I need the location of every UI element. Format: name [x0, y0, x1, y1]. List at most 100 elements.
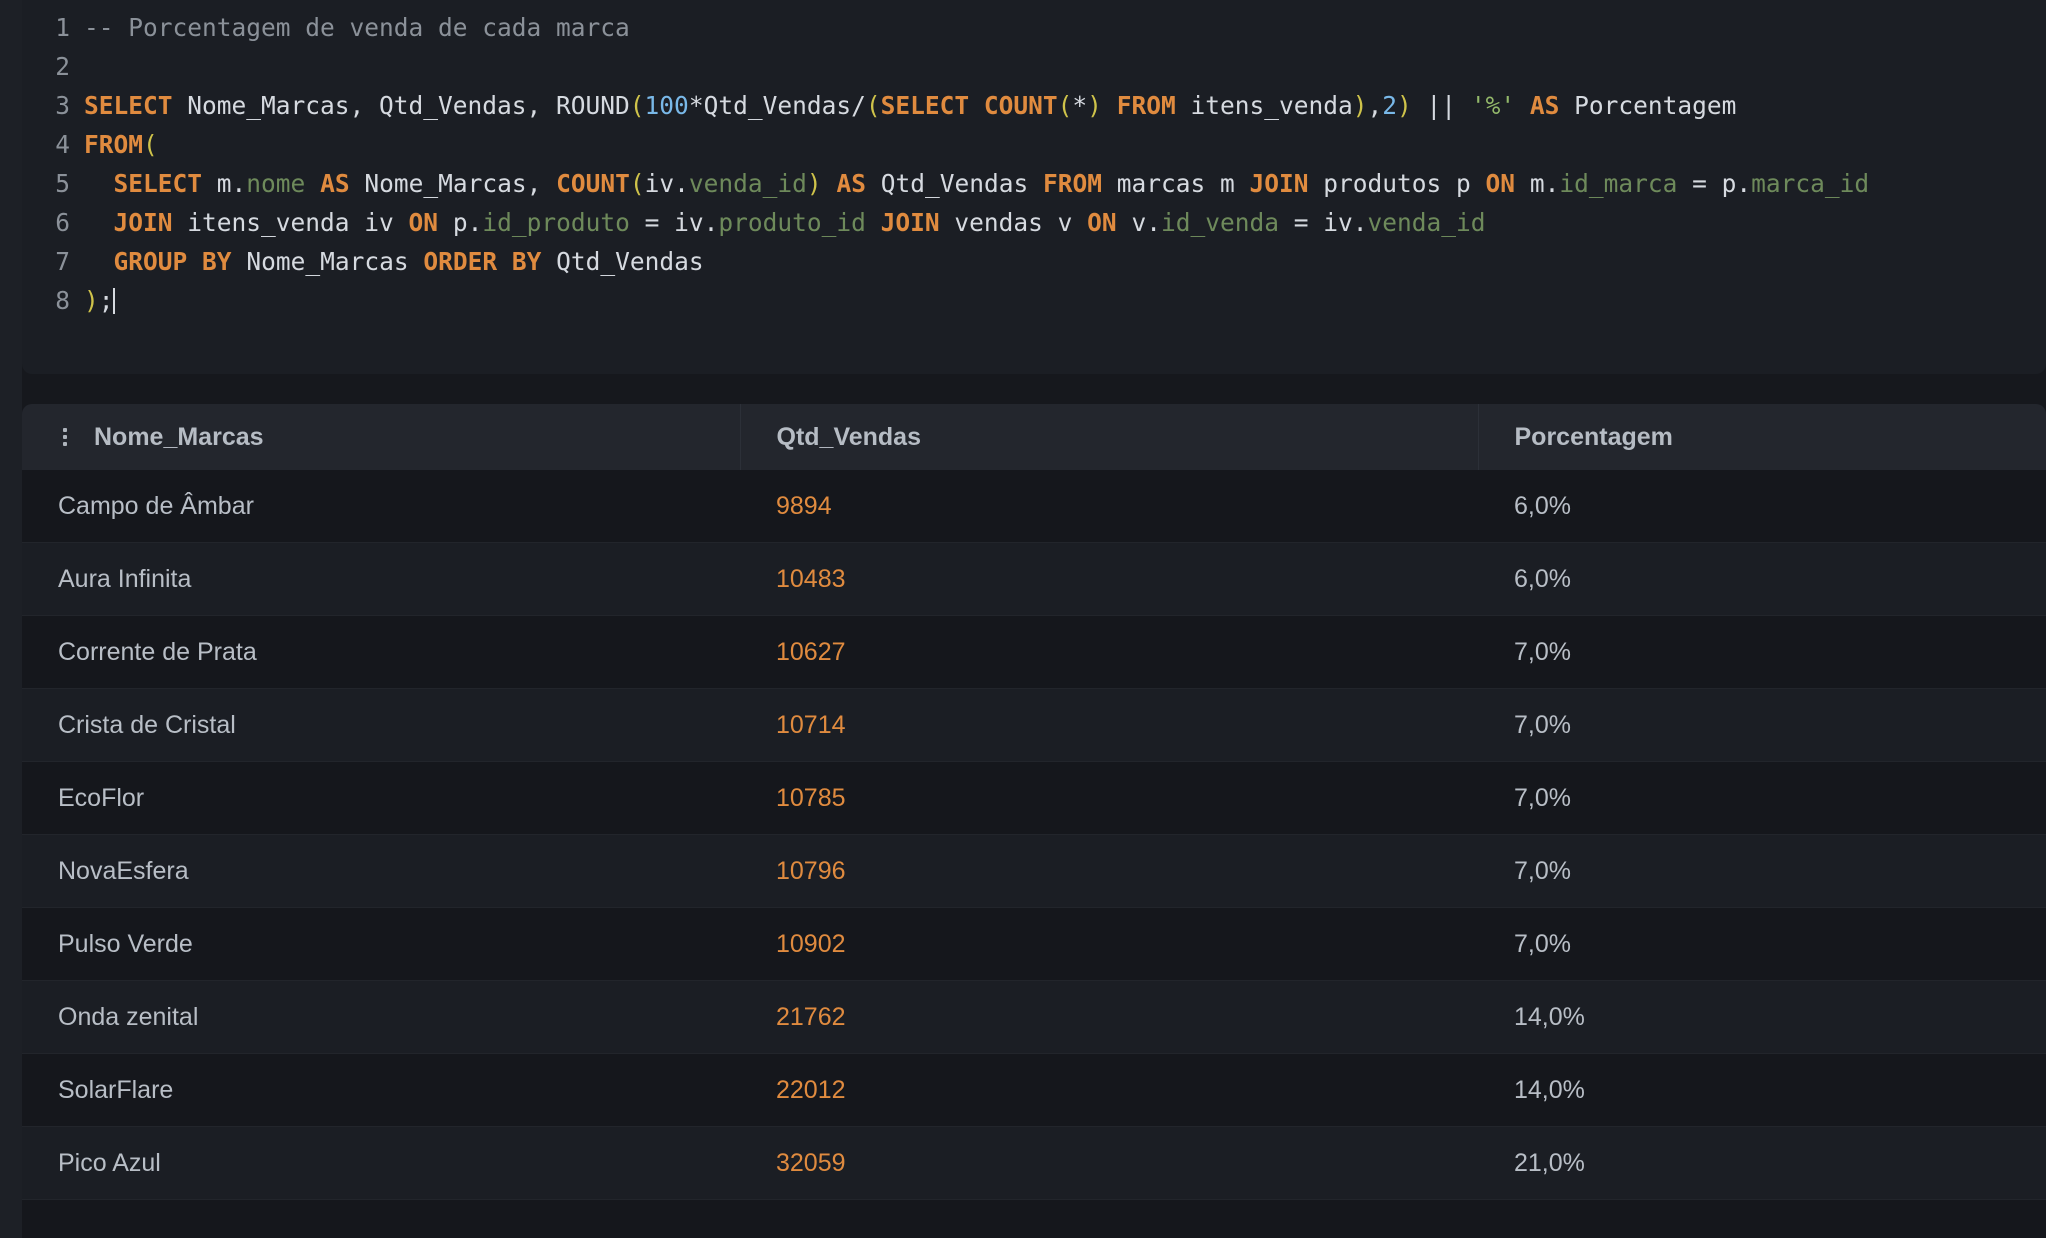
code-token: Nome_Marcas, — [349, 169, 557, 198]
column-header-label: Nome_Marcas — [94, 422, 264, 451]
code-token: ) — [806, 169, 822, 198]
table-row[interactable]: Pulso Verde 10902 7,0% — [22, 907, 2046, 981]
cell-nome-marcas[interactable]: Corrente de Prata — [22, 615, 740, 689]
code-line[interactable]: 2 — [22, 47, 2046, 86]
filler-cell — [740, 1199, 1478, 1238]
cell-nome-marcas[interactable]: SolarFlare — [22, 1053, 740, 1127]
table-row[interactable]: Corrente de Prata 10627 7,0% — [22, 615, 2046, 689]
code-token: ON — [1087, 208, 1117, 237]
cell-nome-marcas[interactable]: Crista de Cristal — [22, 688, 740, 762]
column-header-nome-marcas[interactable]: Nome_Marcas — [22, 404, 741, 470]
line-number: 2 — [55, 52, 70, 81]
code-token: nome — [246, 169, 306, 198]
code-token: SELECT — [880, 91, 970, 120]
code-token: * — [1072, 91, 1088, 120]
code-token: itens_venda — [1175, 91, 1353, 120]
cell-qtd-vendas[interactable]: 10796 — [740, 834, 1478, 908]
code-token: ; — [98, 286, 114, 315]
code-line[interactable]: 7 GROUP BY Nome_Marcas ORDER BY Qtd_Vend… — [22, 242, 2046, 281]
cell-nome-marcas[interactable]: Aura Infinita — [22, 542, 740, 616]
sql-editor-panel[interactable]: 1 -- Porcentagem de venda de cada marca 2 3… — [22, 0, 2046, 374]
table-row[interactable]: EcoFlor 10785 7,0% — [22, 761, 2046, 835]
code-token: COUNT — [556, 169, 630, 198]
table-row[interactable]: SolarFlare 22012 14,0% — [22, 1053, 2046, 1127]
cell-nome-marcas[interactable]: Pico Azul — [22, 1126, 740, 1200]
left-gutter-rail — [0, 0, 22, 1238]
code-line[interactable]: 3 SELECT Nome_Marcas, Qtd_Vendas, ROUND(1… — [22, 86, 2046, 125]
code-token: , — [1367, 91, 1383, 120]
cell-nome-marcas[interactable]: Pulso Verde — [22, 907, 740, 981]
query-results-panel[interactable]: Nome_Marcas Qtd_Vendas Porcentagem Campo… — [22, 404, 2046, 1238]
table-row[interactable]: Campo de Âmbar 9894 6,0% — [22, 470, 2046, 543]
code-token: AS — [320, 169, 350, 198]
cell-qtd-vendas[interactable]: 9894 — [740, 470, 1478, 543]
code-token: SELECT — [84, 91, 173, 120]
column-header-label: Qtd_Vendas — [776, 422, 922, 451]
cell-nome-marcas[interactable]: Onda zenital — [22, 980, 740, 1054]
code-token: 100 — [644, 91, 689, 120]
code-token: m. — [202, 169, 247, 198]
results-table-header: Nome_Marcas Qtd_Vendas Porcentagem — [22, 404, 2046, 470]
cell-qtd-vendas[interactable]: 10902 — [740, 907, 1478, 981]
cell-porcentagem[interactable]: 14,0% — [1478, 980, 2046, 1054]
cell-nome-marcas[interactable]: NovaEsfera — [22, 834, 740, 908]
code-token: || — [1411, 91, 1471, 120]
cell-qtd-vendas[interactable]: 10627 — [740, 615, 1478, 689]
line-number: 3 — [55, 91, 70, 120]
code-token: v. — [1116, 208, 1161, 237]
table-row[interactable]: Aura Infinita 10483 6,0% — [22, 542, 2046, 616]
code-token: AS — [1529, 91, 1560, 120]
code-line[interactable]: 4 FROM( — [22, 125, 2046, 164]
cell-porcentagem[interactable]: 7,0% — [1478, 761, 2046, 835]
cell-porcentagem[interactable]: 7,0% — [1478, 907, 2046, 981]
code-token: -- Porcentagem de venda de cada marca — [84, 13, 630, 42]
cell-porcentagem[interactable]: 6,0% — [1478, 542, 2046, 616]
table-row[interactable]: Onda zenital 21762 14,0% — [22, 980, 2046, 1054]
code-token: ORDER — [423, 247, 498, 276]
code-token: ( — [629, 91, 645, 120]
filler-cell — [1478, 1199, 2046, 1238]
cell-qtd-vendas[interactable]: 10785 — [740, 761, 1478, 835]
table-row[interactable]: Pico Azul 32059 21,0% — [22, 1126, 2046, 1200]
code-token: GROUP — [113, 247, 188, 276]
cell-qtd-vendas[interactable]: 10714 — [740, 688, 1478, 762]
cell-porcentagem[interactable]: 7,0% — [1478, 688, 2046, 762]
code-line[interactable]: 6 JOIN itens_venda iv ON p.id_produto = … — [22, 203, 2046, 242]
cell-qtd-vendas[interactable]: 32059 — [740, 1126, 1478, 1200]
cell-qtd-vendas[interactable]: 21762 — [740, 980, 1478, 1054]
line-number: 8 — [55, 286, 70, 315]
code-token: ) — [1397, 91, 1412, 120]
column-header-porcentagem[interactable]: Porcentagem — [1478, 404, 2046, 470]
code-token: ON — [1485, 169, 1516, 198]
line-number: 5 — [55, 169, 70, 198]
sql-code-area[interactable]: 1 -- Porcentagem de venda de cada marca 2 3… — [22, 0, 2046, 320]
cell-qtd-vendas[interactable]: 22012 — [740, 1053, 1478, 1127]
cell-porcentagem[interactable]: 14,0% — [1478, 1053, 2046, 1127]
cell-nome-marcas[interactable]: EcoFlor — [22, 761, 740, 835]
column-header-qtd-vendas[interactable]: Qtd_Vendas — [740, 404, 1479, 470]
code-token: Qtd_Vendas — [541, 247, 704, 276]
code-line[interactable]: 5 SELECT m.nome AS Nome_Marcas, COUNT(iv… — [22, 164, 2046, 203]
text-cursor — [112, 288, 115, 314]
table-row[interactable]: Crista de Cristal 10714 7,0% — [22, 688, 2046, 762]
table-row[interactable]: NovaEsfera 10796 7,0% — [22, 834, 2046, 908]
kebab-menu-icon[interactable] — [58, 428, 72, 446]
code-line[interactable]: 8); — [22, 281, 2046, 320]
cell-porcentagem[interactable]: 21,0% — [1478, 1126, 2046, 1200]
code-token: ( — [629, 169, 645, 198]
cell-porcentagem[interactable]: 6,0% — [1478, 470, 2046, 543]
cell-nome-marcas[interactable]: Campo de Âmbar — [22, 470, 740, 543]
code-token: = iv. — [1278, 208, 1368, 237]
cell-qtd-vendas[interactable]: 10483 — [740, 542, 1478, 616]
line-number: 7 — [55, 247, 70, 276]
cell-porcentagem[interactable]: 7,0% — [1478, 615, 2046, 689]
code-line[interactable]: 1 -- Porcentagem de venda de cada marca — [22, 8, 2046, 47]
code-token: SELECT — [113, 169, 203, 198]
cell-porcentagem[interactable]: 7,0% — [1478, 834, 2046, 908]
